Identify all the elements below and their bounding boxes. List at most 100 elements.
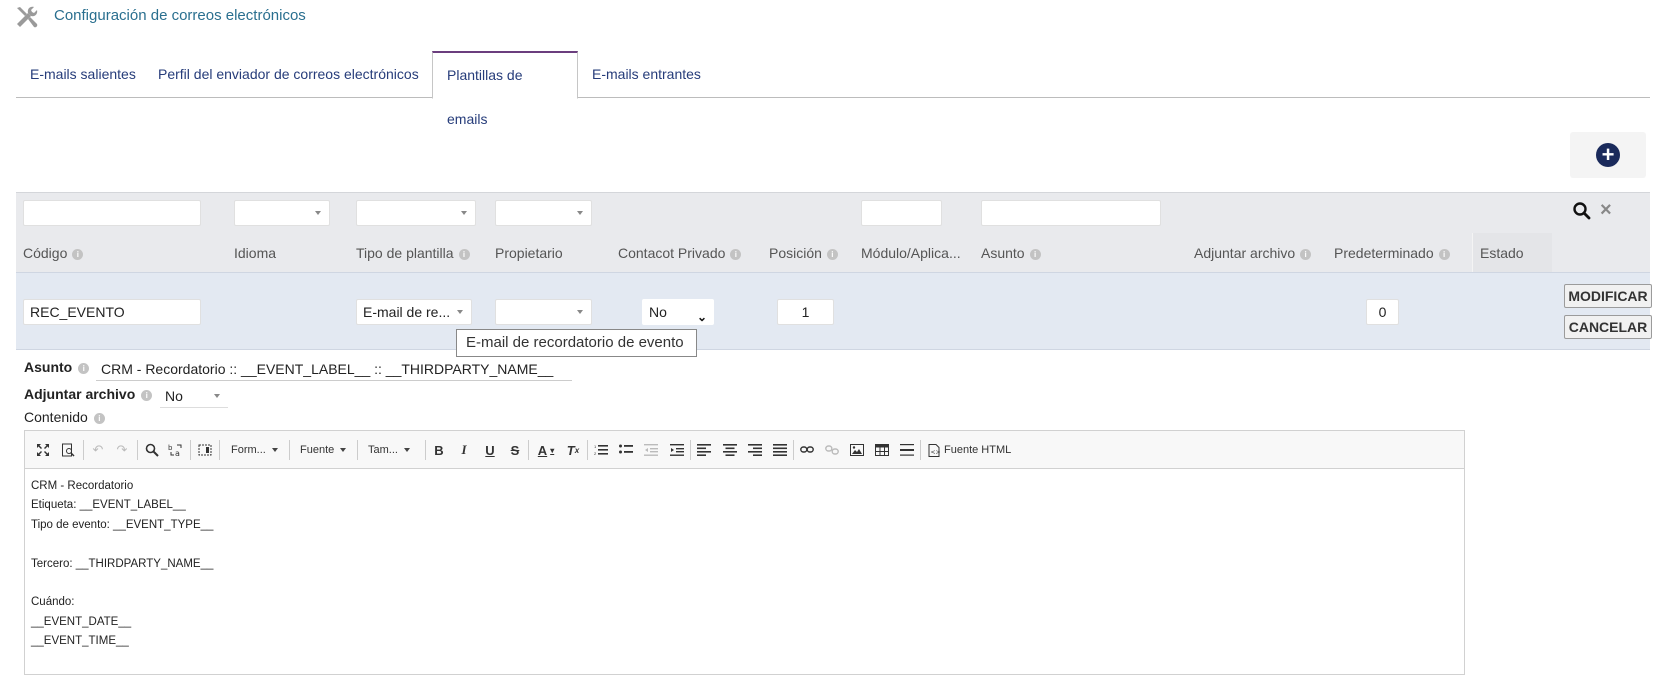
privado-select[interactable]: No ⌄ [642,299,714,325]
preview-icon[interactable] [60,440,76,460]
tab-sender-profile[interactable]: Perfil del enviador de correos electróni… [144,51,433,98]
format-combo[interactable]: Form... [231,440,278,460]
filter-codigo-input[interactable] [23,200,201,226]
tab-email-templates[interactable]: Plantillas de emails [432,51,578,127]
source-html-button[interactable]: <> Fuente HTML [928,440,1018,460]
svg-text:a: a [175,449,180,457]
chevron-down-icon [340,448,347,453]
modify-button[interactable]: MODIFICAR [1564,284,1652,308]
chevron-down-icon [271,448,278,453]
column-header-propietario[interactable]: Propietario [495,245,563,261]
column-header-asunto[interactable]: Asunto i [981,245,1041,261]
underline-icon[interactable]: U [483,440,497,460]
adjuntar-select[interactable]: No [160,384,228,408]
info-icon: i [826,248,838,260]
tab-bar: E-mails salientes Perfil del enviador de… [16,51,1650,127]
image-icon[interactable] [849,440,865,460]
find-icon[interactable] [144,440,160,460]
undo-icon[interactable]: ↶ [89,440,107,460]
filter-header-bar: × Código i Idioma Tipo de plantilla i Prop… [16,192,1650,273]
content-line: Tipo de evento: __EVENT_TYPE__ [31,518,214,531]
filter-tipo-select[interactable] [356,200,476,226]
maximize-icon[interactable] [35,440,51,460]
plus-circle-icon: + [1596,143,1620,167]
content-line: __EVENT_TIME__ [31,635,129,648]
chevron-down-icon: ⌄ [696,310,707,324]
content-line [31,574,213,593]
font-combo[interactable]: Fuente [300,440,347,460]
tools-icon [17,6,38,28]
column-header-estado[interactable]: Estado [1480,245,1524,261]
svg-text:b: b [168,444,173,452]
column-header-predeterminado[interactable]: Predeterminado i [1334,245,1450,261]
chevron-down-icon [403,448,410,453]
chevron-down-icon [457,310,463,314]
asunto-input[interactable]: CRM - Recordatorio :: __EVENT_LABEL__ ::… [96,357,572,381]
source-icon: <> [928,443,940,457]
contenido-label: Contenido i [24,409,105,425]
content-line: CRM - Recordatorio [31,480,134,492]
info-icon: i [78,362,90,374]
cancel-button[interactable]: CANCELAR [1564,315,1652,339]
add-template-button[interactable]: + [1570,132,1646,178]
link-icon[interactable] [799,440,815,460]
chevron-down-icon [461,211,467,215]
info-icon: i [1029,248,1041,260]
align-left-icon[interactable] [696,440,712,460]
content-line: Cuándo: [31,596,75,609]
column-header-privado[interactable]: Contacot Privado i [618,245,742,261]
filter-idioma-select[interactable] [234,200,330,226]
redo-icon[interactable]: ↷ [113,440,131,460]
numbered-list-icon[interactable]: 12 [593,440,609,460]
filter-modulo-input[interactable] [861,200,942,226]
text-color-icon[interactable]: A ▾ [535,440,557,460]
select-all-icon[interactable] [196,440,214,460]
editor-content[interactable]: CRM - Recordatorio Etiqueta: __EVENT_LAB… [31,477,213,652]
size-combo[interactable]: Tam... [368,440,410,460]
adjuntar-select-value: No [165,388,183,404]
tipo-select[interactable]: E-mail de re... [356,299,472,325]
align-center-icon[interactable] [722,440,738,460]
column-header-codigo[interactable]: Código i [23,245,84,261]
editor-toolbar: ↶ ↷ ba Form... Fuente Tam... B I U S A ▾ … [25,431,1464,469]
info-icon: i [730,248,742,260]
bullet-list-icon[interactable] [618,440,634,460]
bold-icon[interactable]: B [432,440,446,460]
unlink-icon[interactable] [824,440,840,460]
info-icon: i [1438,248,1450,260]
indent-icon[interactable] [669,440,685,460]
horizontal-rule-icon[interactable] [899,440,915,460]
svg-text:1: 1 [594,444,597,449]
tab-outgoing-emails[interactable]: E-mails salientes [16,51,150,98]
info-icon: i [1300,248,1312,260]
predeterminado-input[interactable]: 0 [1366,299,1399,325]
page-title: Configuración de correos electrónicos [54,7,306,24]
column-header-modulo[interactable]: Módulo/Aplica... [861,245,961,261]
remove-format-icon[interactable]: Tx [564,440,582,460]
posicion-input[interactable]: 1 [777,299,834,325]
column-header-tipo[interactable]: Tipo de plantilla i [356,245,470,261]
column-header-posicion[interactable]: Posición i [769,245,838,261]
filter-asunto-input[interactable] [981,200,1161,226]
column-header-idioma[interactable]: Idioma [234,245,276,261]
outdent-icon[interactable] [643,440,659,460]
strikethrough-icon[interactable]: S [508,440,522,460]
close-icon[interactable]: × [1600,199,1612,222]
column-header-adjuntar[interactable]: Adjuntar archivo i [1194,245,1312,261]
justify-icon[interactable] [772,440,788,460]
propietario-select[interactable] [495,299,592,325]
search-icon[interactable] [1572,201,1592,221]
filter-propietario-select[interactable] [495,200,592,226]
replace-icon[interactable]: ba [167,440,185,460]
svg-text:2: 2 [594,451,597,456]
template-edit-row: REC_EVENTO E-mail de re... No ⌄ 1 0 MODI… [16,272,1652,350]
codigo-input[interactable]: REC_EVENTO [23,299,201,325]
content-editor[interactable]: ↶ ↷ ba Form... Fuente Tam... B I U S A ▾ … [24,430,1465,675]
tab-incoming-emails[interactable]: E-mails entrantes [578,51,715,98]
content-line: Tercero: __THIRDPARTY_NAME__ [31,557,214,570]
table-icon[interactable] [874,440,890,460]
asunto-label: Asunto i [24,359,90,375]
italic-icon[interactable]: I [457,440,471,460]
content-line [31,535,213,554]
align-right-icon[interactable] [747,440,763,460]
